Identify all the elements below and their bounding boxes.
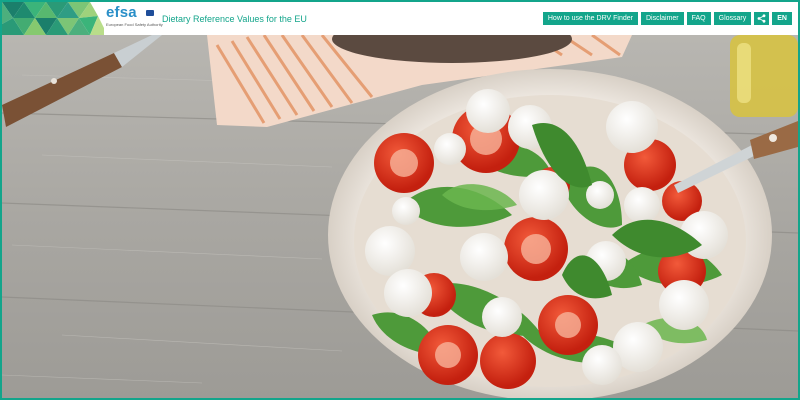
top-nav: How to use the DRV Finder Disclaimer FAQ…: [542, 12, 792, 25]
top-header: efsa European Food Safety Authority Diet…: [2, 2, 798, 35]
efsa-logo[interactable]: efsa European Food Safety Authority: [106, 4, 163, 31]
language-button[interactable]: EN: [772, 12, 792, 25]
page-frame: efsa European Food Safety Authority Diet…: [0, 0, 800, 400]
mosaic-pattern-icon: [2, 2, 104, 35]
salad-photo: [2, 35, 798, 398]
glossary-button[interactable]: Glossary: [713, 12, 752, 25]
faq-button[interactable]: FAQ: [686, 12, 711, 25]
site-title[interactable]: Dietary Reference Values for the EU: [162, 13, 307, 25]
logo-subtitle: European Food Safety Authority: [106, 22, 163, 27]
eu-flag-icon: [146, 10, 154, 16]
share-icon[interactable]: [754, 12, 770, 25]
logo-wordmark: efsa: [106, 4, 137, 21]
how-to-use-button[interactable]: How to use the DRV Finder: [542, 12, 638, 25]
disclaimer-button[interactable]: Disclaimer: [640, 12, 684, 25]
